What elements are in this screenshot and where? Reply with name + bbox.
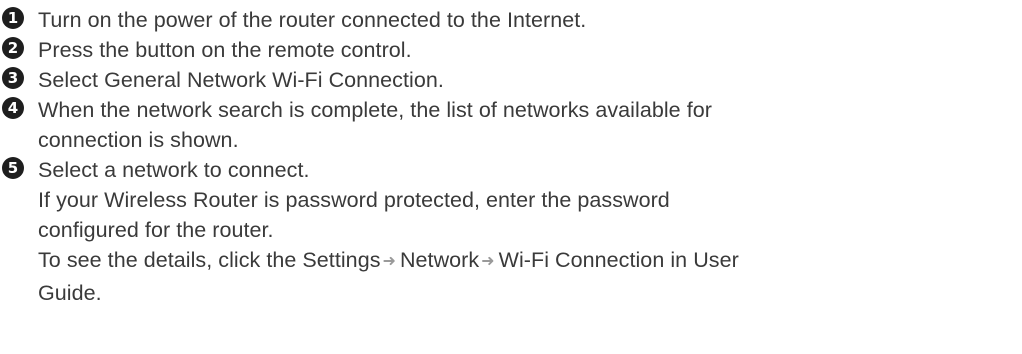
step-line: Select General Network Wi-Fi Connection. [38, 68, 444, 92]
step-text: Turn on the power of the router connecte… [38, 5, 1016, 35]
step-number-badge: 2 [2, 37, 24, 59]
arrow-right-icon: ➜ [481, 253, 495, 270]
step-text: Press the button on the remote control. [38, 35, 1016, 65]
arrow-right-icon: ➜ [382, 253, 396, 270]
step-line: Select a network to connect. [38, 158, 310, 182]
step-number-badge: 4 [2, 97, 24, 119]
step-line: connection is shown. [38, 128, 239, 152]
path-network: Network [399, 248, 480, 272]
step-text: Select General Network Wi-Fi Connection. [38, 65, 1016, 95]
instruction-steps: 1 Turn on the power of the router connec… [0, 0, 1022, 354]
step-number-badge: 3 [2, 67, 24, 89]
step-line: Press the button on the remote control. [38, 38, 412, 62]
path-wifi-connection: Wi-Fi Connection in User [498, 248, 739, 272]
path-prefix: To see the details, click the Settings [38, 248, 381, 272]
step-number-badge: 1 [2, 7, 24, 29]
step-line: configured for the router. [38, 218, 274, 242]
step-line: Turn on the power of the router connecte… [38, 8, 587, 32]
step-text: Select a network to connect. If your Wir… [38, 155, 1016, 308]
step-line: If your Wireless Router is password prot… [38, 188, 670, 212]
step-line: Guide. [38, 281, 102, 305]
settings-path-line: To see the details, click the Settings ➜ N… [38, 245, 1016, 278]
step-text: When the network search is complete, the… [38, 95, 1016, 155]
step-line: When the network search is complete, the… [38, 98, 712, 122]
step-number-badge: 5 [2, 157, 24, 179]
